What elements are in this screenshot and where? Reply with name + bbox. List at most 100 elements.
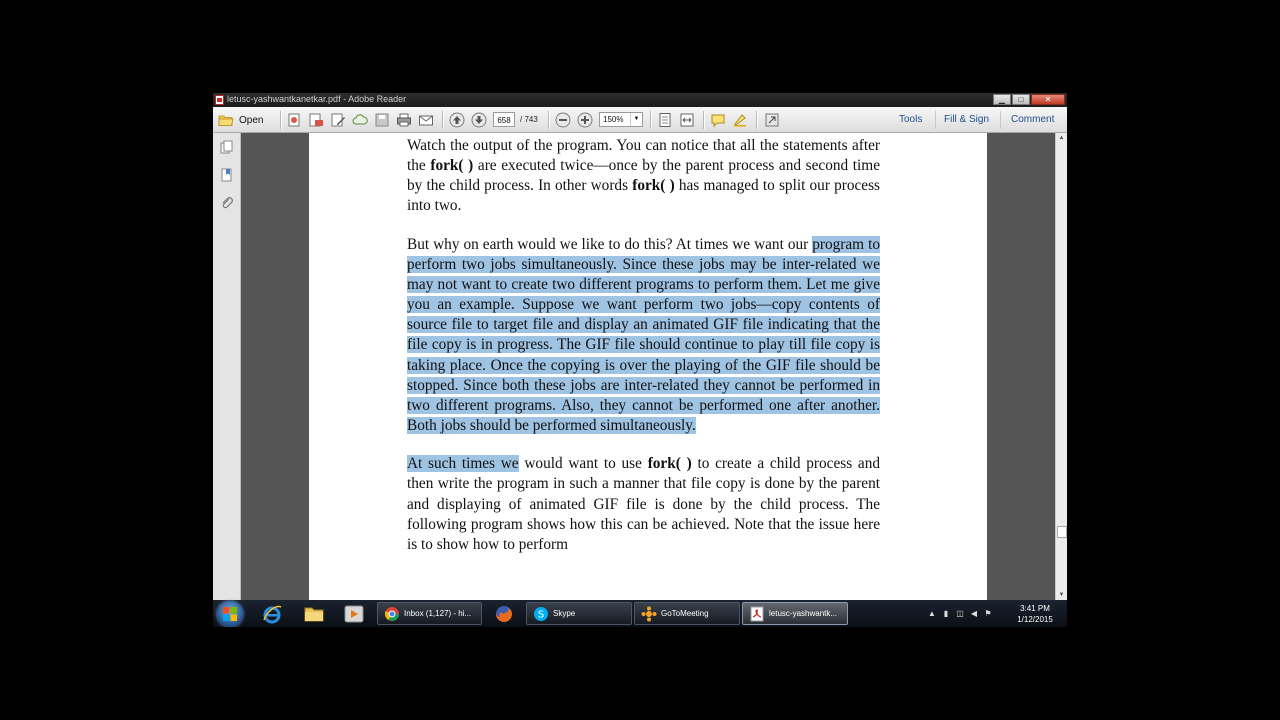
clock-time: 3:41 PM [1020, 604, 1050, 613]
paragraph-1: Watch the output of the program. You can… [407, 137, 880, 215]
device-icon[interactable]: ▮ [941, 609, 951, 619]
fit-width-icon [680, 113, 694, 127]
pdf-page: Watch the output of the program. You can… [309, 133, 987, 600]
full-screen-button[interactable] [764, 112, 780, 128]
export-pdf-button[interactable] [308, 112, 324, 128]
zoom-in-button[interactable] [577, 112, 593, 128]
document-view[interactable]: Watch the output of the program. You can… [241, 133, 1055, 600]
minimize-button[interactable]: ▁ [993, 94, 1011, 105]
chevron-down-icon: ▼ [630, 113, 642, 126]
highlight-button[interactable] [732, 112, 748, 128]
arrow-down-icon [471, 112, 487, 128]
page-thumbnails-button[interactable] [220, 140, 234, 154]
cloud-icon [352, 114, 368, 125]
toolbar-separator [703, 111, 705, 129]
taskbar-item-chrome[interactable]: Inbox (1,127) - hi... [377, 602, 482, 625]
fit-width-button[interactable] [679, 112, 695, 128]
firefox-icon [496, 606, 512, 622]
taskbar-item-label: Inbox (1,127) - hi... [404, 609, 472, 618]
page-total: / 743 [520, 115, 538, 124]
save-button[interactable] [374, 112, 390, 128]
page-number-input[interactable]: 658 [493, 112, 515, 127]
taskbar-item-adobe-reader[interactable]: letusc-yashwantk... [742, 602, 848, 625]
zoom-out-button[interactable] [555, 112, 571, 128]
highlight-icon [734, 114, 746, 127]
firefox-button[interactable] [493, 603, 515, 625]
sticky-note-icon [711, 114, 725, 128]
title-bar: letusc-yashwantkanetkar.pdf - Adobe Read… [213, 93, 1067, 107]
paperclip-icon [222, 197, 233, 209]
clock-date: 1/12/2015 [1017, 615, 1053, 624]
toolbar-separator [650, 111, 652, 129]
email-button[interactable] [418, 112, 434, 128]
window-controls: ▁ □ ✕ [992, 94, 1065, 105]
zoom-value: 150% [603, 115, 624, 124]
paragraph-3: At such times we would want to use fork(… [407, 455, 880, 553]
clock[interactable]: 3:41 PM 1/12/2015 [1011, 603, 1059, 625]
scroll-down-icon[interactable]: ▼ [1056, 590, 1067, 600]
arrow-up-icon [449, 112, 465, 128]
scrollbar-thumb[interactable] [1057, 526, 1067, 538]
toolbar-separator [442, 111, 444, 129]
internet-explorer-icon [263, 605, 282, 624]
toolbar: Open 658 / 743 150% ▼ Tools Fill & Sign … [213, 107, 1067, 133]
taskbar-item-label: Skype [553, 609, 576, 618]
tools-pane-button[interactable]: Tools [899, 114, 922, 125]
window-title: letusc-yashwantkanetkar.pdf - Adobe Read… [227, 94, 407, 104]
action-center-flag-icon[interactable]: ⚑ [983, 609, 993, 619]
zoom-in-icon [577, 112, 593, 128]
toolbar-separator [756, 111, 758, 129]
taskbar-item-label: letusc-yashwantk... [769, 609, 838, 618]
attachments-button[interactable] [220, 196, 234, 210]
navigation-pane [213, 133, 241, 600]
media-player-icon [344, 605, 364, 623]
cloud-button[interactable] [352, 112, 368, 128]
show-hidden-icons-icon[interactable]: ▲ [927, 609, 937, 619]
open-label: Open [239, 114, 264, 126]
toolbar-separator [1000, 111, 1001, 129]
toolbar-separator [935, 111, 936, 129]
start-button[interactable] [217, 601, 243, 627]
export-pdf-icon [309, 113, 323, 127]
toolbar-separator [280, 111, 282, 129]
email-icon [419, 115, 433, 126]
screen: letusc-yashwantkanetkar.pdf - Adobe Read… [213, 93, 1067, 627]
edit-pdf-icon [331, 113, 345, 127]
fit-page-button[interactable] [657, 112, 673, 128]
comment-pane-button[interactable]: Comment [1011, 114, 1054, 125]
edit-pdf-button[interactable] [330, 112, 346, 128]
vertical-scrollbar[interactable]: ▲ ▼ [1055, 133, 1067, 600]
volume-icon[interactable]: ◀ [969, 609, 979, 619]
save-icon [375, 113, 389, 127]
zoom-select[interactable]: 150% ▼ [599, 112, 643, 127]
network-icon[interactable]: ◫ [955, 609, 965, 619]
toolbar-separator [548, 111, 550, 129]
taskbar-item-gotomeeting[interactable]: GoToMeeting [634, 602, 740, 625]
gotomeeting-icon [641, 606, 657, 621]
paragraph-2: But why on earth would we like to do thi… [407, 235, 880, 435]
bookmarks-button[interactable] [220, 168, 234, 182]
print-button[interactable] [396, 112, 412, 128]
comment-button[interactable] [710, 112, 726, 128]
skype-icon: S [534, 606, 548, 621]
zoom-out-icon [555, 112, 571, 128]
create-pdf-icon [288, 113, 300, 127]
pages-icon [220, 140, 233, 154]
media-player-button[interactable] [343, 603, 365, 625]
pdf-file-icon [750, 606, 764, 621]
taskbar-item-label: GoToMeeting [661, 609, 709, 618]
taskbar: Inbox (1,127) - hi... S Skype GoToMeetin… [213, 600, 1067, 627]
chrome-icon [384, 606, 399, 621]
next-page-button[interactable] [471, 112, 487, 128]
close-button[interactable]: ✕ [1031, 94, 1065, 105]
taskbar-item-skype[interactable]: S Skype [526, 602, 632, 625]
page-content[interactable]: Watch the output of the program. You can… [407, 136, 880, 573]
file-explorer-button[interactable] [303, 603, 325, 625]
open-button[interactable]: Open [218, 111, 263, 129]
fill-sign-pane-button[interactable]: Fill & Sign [944, 114, 989, 125]
previous-page-button[interactable] [449, 112, 465, 128]
internet-explorer-button[interactable] [261, 603, 283, 625]
scroll-up-icon[interactable]: ▲ [1056, 133, 1067, 143]
maximize-button[interactable]: □ [1012, 94, 1030, 105]
create-pdf-button[interactable] [286, 112, 302, 128]
